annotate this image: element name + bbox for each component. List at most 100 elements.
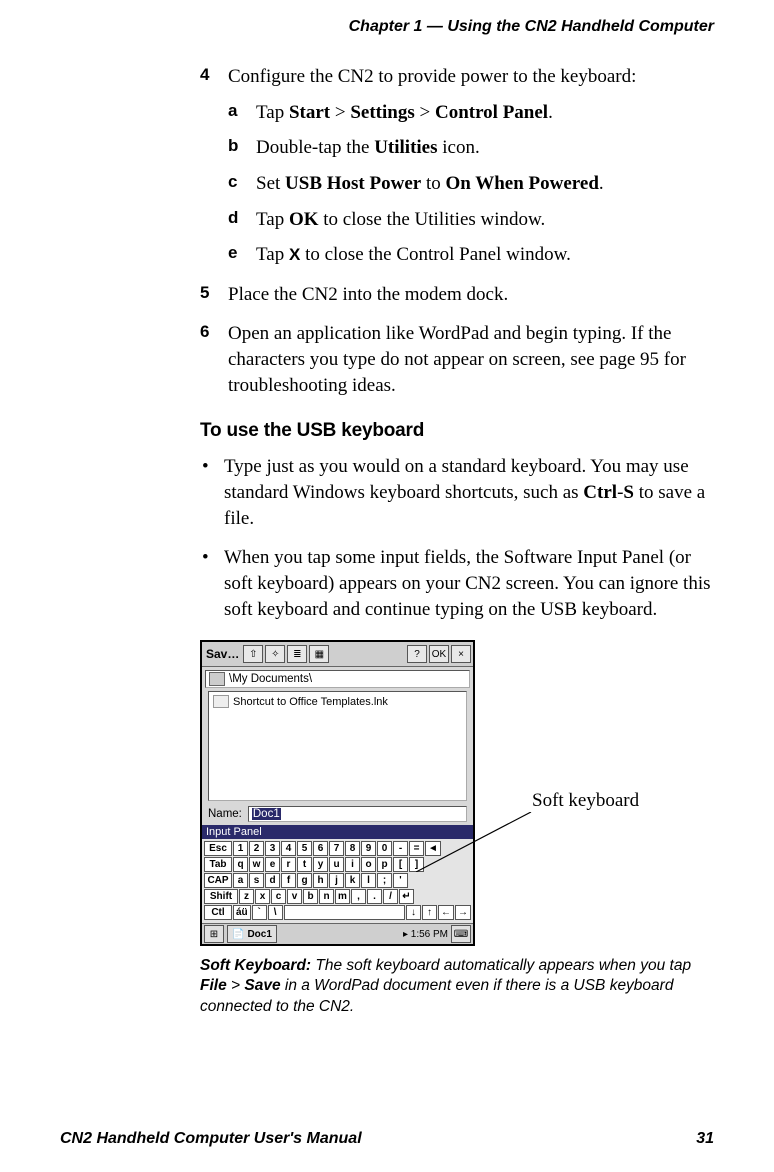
key-d[interactable]: d: [265, 873, 280, 888]
key-tab[interactable]: Tab: [204, 857, 232, 872]
taskbar-doc-button[interactable]: 📄 Doc1: [227, 925, 277, 943]
step-4a: a Tap Start > Settings > Control Panel.: [228, 100, 714, 126]
callout-label: Soft keyboard: [532, 790, 639, 812]
key-k[interactable]: k: [345, 873, 360, 888]
key-n[interactable]: n: [319, 889, 334, 904]
figure-caption: Soft Keyboard: The soft keyboard automat…: [200, 956, 714, 1016]
key-comma[interactable]: ,: [351, 889, 366, 904]
step-6-text: Open an application like WordPad and beg…: [228, 323, 686, 395]
taskbar-clock[interactable]: ▸ 1:56 PM: [403, 929, 448, 940]
key-apostrophe[interactable]: ': [393, 873, 408, 888]
key-b[interactable]: b: [303, 889, 318, 904]
key-7[interactable]: 7: [329, 841, 344, 856]
key-ctrl[interactable]: Ctl: [204, 905, 232, 920]
bullet-1: Type just as you would on a standard key…: [200, 454, 714, 531]
key-6[interactable]: 6: [313, 841, 328, 856]
figure: Soft keyboard Sav… ⇧ ✧ ≣ ▦ ? OK × \My Do…: [200, 640, 714, 946]
substep-letter: b: [228, 135, 238, 158]
device-screenshot: Sav… ⇧ ✧ ≣ ▦ ? OK × \My Documents\: [200, 640, 475, 946]
key-5[interactable]: 5: [297, 841, 312, 856]
path-bar[interactable]: \My Documents\: [205, 670, 470, 688]
key-period[interactable]: .: [367, 889, 382, 904]
key-o[interactable]: o: [361, 857, 376, 872]
key-c[interactable]: c: [271, 889, 286, 904]
key-f[interactable]: f: [281, 873, 296, 888]
sip-toggle-icon[interactable]: ⌨: [451, 925, 471, 943]
up-folder-icon[interactable]: ⇧: [243, 645, 263, 663]
key-caps[interactable]: CAP: [204, 873, 232, 888]
key-u[interactable]: u: [329, 857, 344, 872]
key-a[interactable]: a: [233, 873, 248, 888]
key-x[interactable]: x: [255, 889, 270, 904]
key-t[interactable]: t: [297, 857, 312, 872]
new-folder-icon[interactable]: ✧: [265, 645, 285, 663]
file-name: Shortcut to Office Templates.lnk: [233, 696, 388, 708]
key-1[interactable]: 1: [233, 841, 248, 856]
key-down[interactable]: ↓: [406, 905, 421, 920]
close-button[interactable]: ×: [451, 645, 471, 663]
key-backtick[interactable]: `: [252, 905, 267, 920]
window-title: Sav…: [204, 647, 241, 661]
list-item[interactable]: Shortcut to Office Templates.lnk: [211, 694, 464, 709]
page-number: 31: [696, 1130, 714, 1148]
key-backslash[interactable]: \: [268, 905, 283, 920]
section-heading: To use the USB keyboard: [200, 420, 714, 442]
key-q[interactable]: q: [233, 857, 248, 872]
key-esc[interactable]: Esc: [204, 841, 232, 856]
key-4[interactable]: 4: [281, 841, 296, 856]
name-label: Name:: [208, 808, 242, 820]
key-l[interactable]: l: [361, 873, 376, 888]
key-y[interactable]: y: [313, 857, 328, 872]
key-shift[interactable]: Shift: [204, 889, 238, 904]
key-2[interactable]: 2: [249, 841, 264, 856]
folder-icon: [209, 672, 225, 686]
key-8[interactable]: 8: [345, 841, 360, 856]
start-button[interactable]: ⊞: [204, 925, 224, 943]
step-6: 6 Open an application like WordPad and b…: [200, 321, 714, 398]
step-number: 6: [200, 321, 209, 344]
key-up[interactable]: ↑: [422, 905, 437, 920]
list-view-icon[interactable]: ≣: [287, 645, 307, 663]
path-text: \My Documents\: [229, 673, 312, 685]
help-button[interactable]: ?: [407, 645, 427, 663]
key-enter[interactable]: ↵: [399, 889, 414, 904]
doc-icon: 📄: [232, 929, 244, 940]
ok-button[interactable]: OK: [429, 645, 449, 663]
key-h[interactable]: h: [313, 873, 328, 888]
step-4-text: Configure the CN2 to provide power to th…: [228, 66, 636, 87]
key-intl[interactable]: áü: [233, 905, 251, 920]
key-lbracket[interactable]: [: [393, 857, 408, 872]
key-w[interactable]: w: [249, 857, 264, 872]
key-semicolon[interactable]: ;: [377, 873, 392, 888]
taskbar: ⊞ 📄 Doc1 ▸ 1:56 PM ⌨: [202, 923, 473, 944]
step-4c: c Set USB Host Power to On When Powered.: [228, 171, 714, 197]
key-r[interactable]: r: [281, 857, 296, 872]
key-m[interactable]: m: [335, 889, 350, 904]
key-slash[interactable]: /: [383, 889, 398, 904]
details-view-icon[interactable]: ▦: [309, 645, 329, 663]
file-list[interactable]: Shortcut to Office Templates.lnk: [208, 691, 467, 801]
step-number: 4: [200, 64, 209, 87]
key-left[interactable]: ←: [438, 905, 454, 920]
title-bar: Sav… ⇧ ✧ ≣ ▦ ? OK ×: [202, 642, 473, 667]
key-j[interactable]: j: [329, 873, 344, 888]
key-v[interactable]: v: [287, 889, 302, 904]
key-3[interactable]: 3: [265, 841, 280, 856]
footer-title: CN2 Handheld Computer User's Manual: [60, 1130, 362, 1148]
file-icon: [213, 695, 229, 708]
key-right[interactable]: →: [455, 905, 471, 920]
key-minus[interactable]: -: [393, 841, 408, 856]
key-9[interactable]: 9: [361, 841, 376, 856]
key-s[interactable]: s: [249, 873, 264, 888]
key-0[interactable]: 0: [377, 841, 392, 856]
substep-letter: e: [228, 242, 237, 265]
key-z[interactable]: z: [239, 889, 254, 904]
key-p[interactable]: p: [377, 857, 392, 872]
key-space[interactable]: [284, 905, 405, 920]
chapter-header: Chapter 1 — Using the CN2 Handheld Compu…: [60, 18, 714, 36]
key-i[interactable]: i: [345, 857, 360, 872]
key-e[interactable]: e: [265, 857, 280, 872]
step-4b: b Double-tap the Utilities icon.: [228, 135, 714, 161]
key-g[interactable]: g: [297, 873, 312, 888]
substep-letter: a: [228, 100, 237, 123]
